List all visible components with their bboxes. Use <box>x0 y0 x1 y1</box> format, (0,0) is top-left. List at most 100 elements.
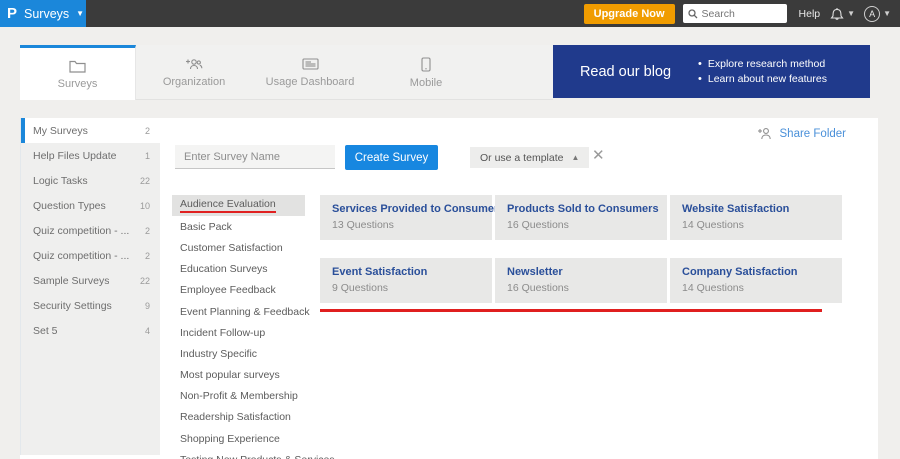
sidebar-folder-item[interactable]: Security Settings 9 <box>21 293 160 318</box>
account-menu[interactable]: A ▼ <box>864 5 891 22</box>
tabs-strip: Surveys Organization Usage Dashboard Mob… <box>20 45 553 100</box>
folder-count: 10 <box>139 200 150 211</box>
folder-label: Question Types <box>33 199 106 212</box>
content-panel: My Surveys 2 Help Files Update 1 Logic T… <box>20 118 878 459</box>
template-cards-grid: Services Provided to Consumers 13 Questi… <box>320 195 842 303</box>
sidebar-folder-item[interactable]: Set 5 4 <box>21 318 160 343</box>
template-card[interactable]: Company Satisfaction 14 Questions <box>670 258 842 303</box>
template-category[interactable]: Shopping Experience <box>172 428 305 449</box>
sidebar-folder-item[interactable]: My Surveys 2 <box>21 118 160 143</box>
share-folder-label: Share Folder <box>779 127 846 140</box>
chevron-down-icon: ▼ <box>883 8 891 18</box>
chevron-down-icon: ▼ <box>76 8 85 18</box>
folder-label: Quiz competition - ... <box>33 249 130 262</box>
bell-icon <box>830 8 844 20</box>
proprofs-logo: P <box>7 5 18 22</box>
template-category[interactable]: Event Planning & Feedback <box>172 301 310 322</box>
template-card[interactable]: Website Satisfaction 14 Questions <box>670 195 842 240</box>
template-card-questions: 16 Questions <box>507 219 569 231</box>
template-card[interactable]: Services Provided to Consumers 13 Questi… <box>320 195 504 240</box>
survey-name-input[interactable] <box>175 145 335 169</box>
folder-label: Security Settings <box>33 299 112 312</box>
template-category-label: Education Surveys <box>180 263 268 276</box>
product-name: Surveys <box>24 6 70 21</box>
template-category-label: Readership Satisfaction <box>180 411 291 424</box>
sidebar-folder-item[interactable]: Help Files Update 1 <box>21 143 160 168</box>
template-category[interactable]: Employee Feedback <box>172 280 305 301</box>
chevron-up-icon: ▲ <box>571 153 580 162</box>
share-person-icon <box>757 128 771 140</box>
template-category[interactable]: Readership Satisfaction <box>172 407 305 428</box>
tab-usage-dashboard[interactable]: Usage Dashboard <box>252 45 368 100</box>
folder-label: My Surveys <box>33 124 88 137</box>
add-people-icon <box>186 59 203 70</box>
blog-bullet: Learn about new features <box>698 73 827 85</box>
chevron-down-icon: ▼ <box>847 8 856 18</box>
annotation-underline <box>320 309 822 312</box>
sidebar-folder-item[interactable]: Quiz competition - ... 2 <box>21 218 160 243</box>
search-box[interactable] <box>682 4 787 23</box>
tab-surveys[interactable]: Surveys <box>20 45 136 100</box>
blog-bullet: Explore research method <box>698 58 827 70</box>
template-card-title: Website Satisfaction <box>682 203 790 215</box>
tab-organization[interactable]: Organization <box>136 45 252 100</box>
template-card-questions: 14 Questions <box>682 282 744 294</box>
sidebar-folder-item[interactable]: Quiz competition - ... 2 <box>21 243 160 268</box>
notifications-menu[interactable]: ▼ <box>830 6 855 21</box>
sidebar-folder-item[interactable]: Logic Tasks 22 <box>21 168 160 193</box>
share-folder-link[interactable]: Share Folder <box>757 127 846 140</box>
template-card-title: Products Sold to Consumers <box>507 203 659 215</box>
template-card[interactable]: Products Sold to Consumers 16 Questions <box>495 195 667 240</box>
template-category[interactable]: Incident Follow-up <box>172 322 305 343</box>
template-card[interactable]: Event Satisfaction 9 Questions <box>320 258 492 303</box>
tab-label: Mobile <box>409 76 443 89</box>
tab-label: Surveys <box>57 77 98 90</box>
folder-label: Help Files Update <box>33 149 117 162</box>
blog-banner[interactable]: Read our blog Explore research method Le… <box>553 45 870 98</box>
search-input[interactable] <box>701 7 782 20</box>
template-card-title: Company Satisfaction <box>682 266 798 278</box>
sidebar-folder-item[interactable]: Sample Surveys 22 <box>21 268 160 293</box>
template-card-title: Newsletter <box>507 266 563 278</box>
sidebar-folder-item[interactable]: Question Types 10 <box>21 193 160 218</box>
template-category-label: Basic Pack <box>180 220 232 233</box>
template-category-list: Audience Evaluation Basic Pack Customer … <box>172 195 335 459</box>
folder-label: Sample Surveys <box>33 274 110 287</box>
template-category-label: Audience Evaluation <box>180 198 276 214</box>
folder-count: 2 <box>144 250 150 261</box>
template-card-questions: 13 Questions <box>332 219 394 231</box>
template-toggle-label: Or use a template <box>480 151 564 164</box>
tab-mobile[interactable]: Mobile <box>368 45 484 100</box>
topbar: P Surveys ▼ Upgrade Now Help ▼ A ▼ <box>0 0 900 27</box>
upgrade-now-button[interactable]: Upgrade Now <box>583 3 675 24</box>
template-card-questions: 16 Questions <box>507 282 569 294</box>
mobile-icon <box>421 56 431 72</box>
template-card-questions: 14 Questions <box>682 219 744 231</box>
folder-count: 9 <box>144 300 150 311</box>
template-category[interactable]: Education Surveys <box>172 259 305 280</box>
app-switcher[interactable]: P Surveys ▼ <box>0 0 86 27</box>
blog-bullet-list: Explore research method Learn about new … <box>698 55 827 88</box>
template-toggle[interactable]: Or use a template ▲ <box>470 147 590 168</box>
template-category[interactable]: Non-Profit & Membership <box>172 386 305 407</box>
blog-banner-title[interactable]: Read our blog <box>553 64 698 80</box>
folder-count: 1 <box>144 150 150 161</box>
template-category-label: Employee Feedback <box>180 284 276 297</box>
tab-label: Usage Dashboard <box>265 76 355 88</box>
template-category[interactable]: Basic Pack <box>172 216 305 237</box>
template-category[interactable]: Customer Satisfaction <box>172 237 305 258</box>
create-survey-button[interactable]: Create Survey <box>345 145 438 170</box>
folder-count: 2 <box>144 125 150 136</box>
help-link[interactable]: Help <box>799 8 821 20</box>
close-template-panel-button[interactable]: ✕ <box>592 146 605 164</box>
folder-label: Set 5 <box>33 324 58 337</box>
folder-label: Quiz competition - ... <box>33 224 130 237</box>
template-category[interactable]: Testing New Products & Services <box>172 449 335 459</box>
folder-label: Logic Tasks <box>33 174 88 187</box>
template-category[interactable]: Audience Evaluation <box>172 195 305 217</box>
template-category-label: Shopping Experience <box>180 432 280 445</box>
template-category[interactable]: Industry Specific <box>172 343 305 364</box>
template-category[interactable]: Most popular surveys <box>172 365 305 386</box>
template-card-questions: 9 Questions <box>332 282 389 294</box>
template-card[interactable]: Newsletter 16 Questions <box>495 258 667 303</box>
